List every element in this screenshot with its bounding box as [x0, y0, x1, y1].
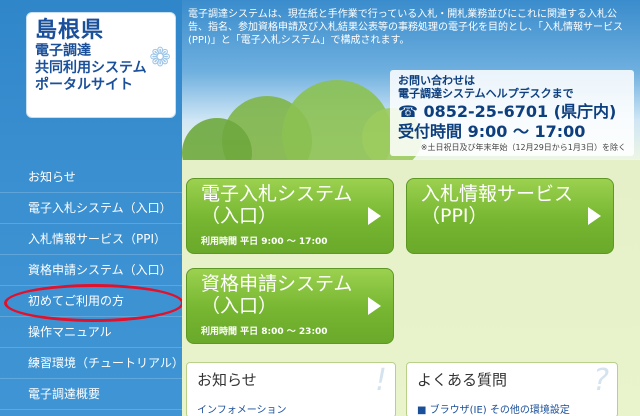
contact-heading: お問い合わせは	[398, 74, 475, 87]
button-subtitle: （入口）	[201, 295, 278, 317]
intro-text: 電子調達システムは、現在紙と手作業で行っている入札・開札業務並びにこれに関連する…	[188, 9, 623, 46]
button-hours: 利用時間 平日 9:00 〜 17:00	[201, 237, 328, 247]
faq-browser-link[interactable]: ■ ブラウザ(IE) その他の環境設定	[417, 401, 570, 416]
sidebar-item-e-bidding[interactable]: 電子入札システム（入口）	[0, 193, 182, 224]
contact-note: ※土日祝日及び年末年始（12月29日から1月3日）を除く	[420, 143, 626, 152]
logo-line-2: 共同利用システム	[35, 60, 147, 76]
contact-box: お問い合わせは 電子調達システムヘルプデスクまで ☎ 0852-25-6701 …	[390, 70, 634, 156]
main-content: 電子入札システム （入口） 利用時間 平日 9:00 〜 17:00 入札情報サ…	[182, 160, 640, 416]
sidebar-item-overview[interactable]: 電子調達概要	[0, 379, 182, 410]
news-panel: お知らせ ! インフォメーション	[186, 362, 396, 416]
contact-hours: 受付時間 9:00 〜 17:00	[398, 122, 586, 141]
sidebar-nav: お知らせ 電子入札システム（入口） 入札情報サービス（PPI） 資格申請システム…	[0, 162, 184, 410]
sidebar-item-first-time-users[interactable]: 初めてご利用の方	[0, 286, 182, 317]
logo-line-3: ポータルサイト	[35, 77, 133, 93]
logo-prefecture: 島根県	[35, 18, 105, 43]
sidebar-item-manual[interactable]: 操作マニュアル	[0, 317, 182, 348]
news-information-link[interactable]: インフォメーション	[197, 401, 287, 416]
sidebar-item-tutorial[interactable]: 練習環境（チュートリアル）	[0, 348, 184, 379]
faq-panel: よくある質問 ? ■ ブラウザ(IE) その他の環境設定	[406, 362, 618, 416]
sidebar-item-ppi[interactable]: 入札情報サービス（PPI）	[0, 224, 182, 255]
button-hours: 利用時間 平日 8:00 〜 23:00	[201, 327, 328, 337]
arrow-right-icon	[368, 207, 381, 225]
sidebar: 島根県 電子調達 共同利用システム ポータルサイト ❁ お知らせ 電子入札システ…	[0, 0, 184, 416]
header-banner: 電子調達システムは、現在紙と手作業で行っている入札・開札業務並びにこれに関連する…	[182, 0, 640, 160]
arrow-right-icon	[368, 297, 381, 315]
e-bidding-system-button[interactable]: 電子入札システム （入口） 利用時間 平日 9:00 〜 17:00	[186, 178, 394, 254]
sidebar-item-qualification[interactable]: 資格申請システム（入口）	[0, 255, 182, 286]
logo-swirl-icon: ❁	[149, 43, 171, 73]
logo-line-1: 電子調達	[35, 43, 91, 59]
question-mark-icon: ?	[593, 363, 609, 398]
button-title: 資格申請システム	[201, 273, 353, 295]
contact-phone: ☎ 0852-25-6701 (県庁内)	[398, 102, 617, 121]
news-panel-title: お知らせ	[197, 371, 257, 389]
button-title: 入札情報サービス	[421, 183, 574, 205]
exclamation-icon: !	[374, 363, 387, 398]
arrow-right-icon	[588, 207, 601, 225]
button-title: 電子入札システム	[201, 183, 353, 205]
site-logo[interactable]: 島根県 電子調達 共同利用システム ポータルサイト ❁	[26, 12, 176, 118]
button-subtitle: （PPI）	[421, 205, 488, 227]
button-subtitle: （入口）	[201, 205, 278, 227]
ppi-button[interactable]: 入札情報サービス （PPI）	[406, 178, 614, 254]
faq-panel-title: よくある質問	[417, 371, 508, 389]
qualification-system-button[interactable]: 資格申請システム （入口） 利用時間 平日 8:00 〜 23:00	[186, 268, 394, 344]
sidebar-item-news[interactable]: お知らせ	[0, 162, 182, 193]
contact-helpdesk: 電子調達システムヘルプデスクまで	[398, 87, 574, 100]
